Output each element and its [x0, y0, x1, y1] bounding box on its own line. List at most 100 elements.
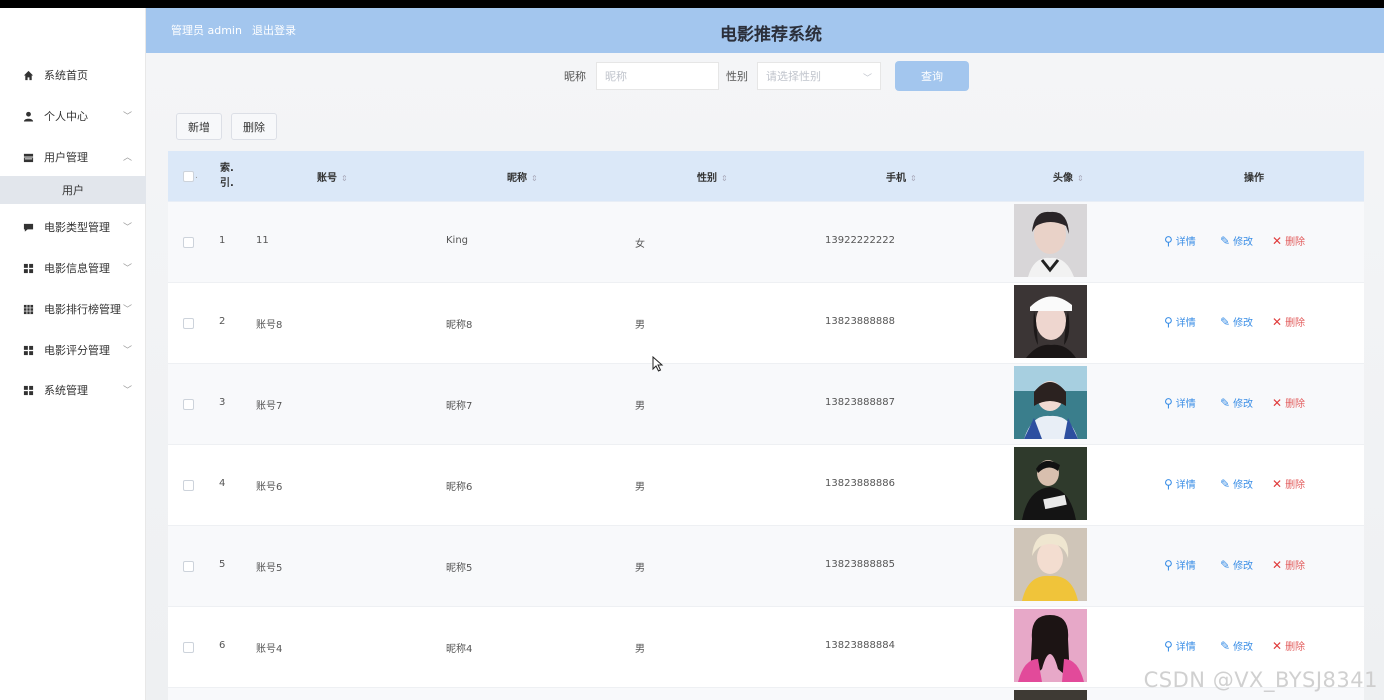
nickname-search-input[interactable]	[596, 62, 719, 90]
detail-button[interactable]: ⚲ 详情	[1164, 314, 1196, 330]
pencil-icon: ✎	[1220, 557, 1231, 572]
gender-select[interactable]: 请选择性别 ﹀	[757, 62, 881, 90]
delete-button[interactable]: ✕ 删除	[1272, 314, 1305, 330]
edit-button[interactable]: ✎ 修改	[1220, 233, 1254, 249]
cell-index: 5	[219, 559, 226, 570]
delete-button[interactable]: ✕ 删除	[1272, 638, 1306, 654]
edit-button[interactable]: ✎ 修改	[1220, 395, 1253, 411]
row-checkbox[interactable]	[183, 318, 194, 329]
cell-phone: 13823888885	[825, 559, 895, 570]
header-index: 索. 引.	[220, 161, 234, 191]
edit-button[interactable]: ✎ 修改	[1220, 557, 1254, 573]
delete-label: 删除	[1285, 237, 1306, 248]
pencil-icon: ✎	[1220, 395, 1231, 410]
chevron-down-icon: ﹀	[122, 385, 132, 396]
sidebar-item-movie-type[interactable]: 电影类型管理 ﹀	[0, 207, 146, 247]
batch-delete-button[interactable]: 删除	[231, 113, 277, 140]
cell-account: 账号7	[256, 401, 283, 412]
sidebar-item-label: 系统管理	[44, 384, 88, 397]
header-gender[interactable]: 性别 ⇕	[697, 169, 728, 184]
cell-nickname: 昵称7	[446, 401, 473, 412]
pencil-icon: ✎	[1220, 233, 1231, 248]
mouse-cursor-icon	[652, 356, 664, 372]
header-gender-label: 性别	[697, 173, 717, 184]
header-account[interactable]: 账号 ⇕	[317, 169, 348, 184]
row-checkbox[interactable]	[183, 642, 194, 653]
cell-nickname: 昵称4	[446, 644, 473, 655]
gender-label: 性别	[726, 70, 748, 83]
avatar-image	[1014, 447, 1087, 520]
gender-select-placeholder: 请选择性别	[766, 70, 821, 83]
sidebar-item-movie-rating[interactable]: 电影评分管理 ﹀	[0, 330, 146, 370]
cell-gender: 女	[635, 239, 645, 250]
header-nickname-label: 昵称	[507, 173, 527, 184]
detail-button[interactable]: ⚲ 详情	[1164, 395, 1196, 411]
delete-button[interactable]: ✕ 删除	[1272, 476, 1306, 492]
search-icon: ⚲	[1164, 476, 1173, 491]
header-avatar[interactable]: 头像 ⇕	[1053, 169, 1084, 184]
edit-button[interactable]: ✎ 修改	[1220, 314, 1254, 330]
delete-label: 删除	[1285, 642, 1306, 653]
watermark: CSDN @VX_BYSJ8341	[1143, 668, 1378, 692]
table-row: 5 账号5 昵称5 男 13823888885 ⚲ 详情 ✎ 修改 ✕ 删除	[168, 526, 1364, 607]
cell-phone: 13823888887	[825, 397, 895, 408]
cell-gender: 男	[635, 563, 645, 574]
row-checkbox[interactable]	[183, 399, 194, 410]
edit-label: 修改	[1233, 480, 1254, 491]
header-phone[interactable]: 手机 ⇕	[886, 169, 917, 184]
chevron-down-icon: ﹀	[122, 345, 132, 356]
sidebar-item-home[interactable]: 系统首页	[0, 55, 146, 95]
sidebar-item-user-management[interactable]: 用户管理 ︿	[0, 137, 146, 177]
cell-account: 账号4	[256, 644, 283, 655]
cell-index: 2	[219, 316, 226, 327]
cell-phone: 13823888884	[825, 640, 895, 651]
delete-button[interactable]: ✕ 删除	[1272, 233, 1306, 249]
query-button[interactable]: 查询	[895, 61, 969, 91]
sidebar-item-label: 用户管理	[44, 151, 88, 164]
row-checkbox[interactable]	[183, 480, 194, 491]
detail-button[interactable]: ⚲ 详情	[1164, 233, 1196, 249]
row-checkbox[interactable]	[183, 237, 194, 248]
detail-button[interactable]: ⚲ 详情	[1164, 557, 1196, 573]
delete-label: 删除	[1285, 480, 1306, 491]
add-button[interactable]: 新增	[176, 113, 222, 140]
sidebar-item-personal[interactable]: 个人中心 ﹀	[0, 96, 146, 136]
avatar-image	[1014, 285, 1087, 358]
cell-gender: 男	[635, 401, 645, 412]
chevron-down-icon: ﹀	[122, 263, 132, 274]
table-icon	[22, 303, 34, 315]
select-all-checkbox[interactable]	[183, 171, 194, 182]
cell-account: 11	[256, 235, 269, 246]
edit-label: 修改	[1233, 237, 1254, 248]
cell-nickname: 昵称5	[446, 563, 473, 574]
nickname-label: 昵称	[564, 70, 586, 83]
sidebar-subitem-users[interactable]: 用户	[0, 176, 146, 204]
edit-label: 修改	[1233, 318, 1254, 329]
search-icon: ⚲	[1164, 638, 1173, 653]
close-icon: ✕	[1272, 314, 1283, 329]
delete-button[interactable]: ✕ 删除	[1272, 395, 1305, 411]
table-row: 2 账号8 昵称8 男 13823888888 ⚲ 详情 ✎ 修改 ✕ 删除	[168, 283, 1364, 364]
sidebar-item-movie-info[interactable]: 电影信息管理 ﹀	[0, 248, 146, 288]
sidebar-item-system[interactable]: 系统管理 ﹀	[0, 370, 146, 410]
row-checkbox[interactable]	[183, 561, 194, 572]
sidebar-item-movie-ranking[interactable]: 电影排行榜管理 ﹀	[0, 289, 146, 329]
sidebar-item-label: 系统首页	[44, 69, 88, 82]
edit-label: 修改	[1233, 561, 1254, 572]
pencil-icon: ✎	[1220, 314, 1231, 329]
delete-button[interactable]: ✕ 删除	[1272, 557, 1305, 573]
sidebar: 系统首页 个人中心 ﹀ 用户管理 ︿ 用户 电影类型管理 ﹀ 电影信息管理 ﹀ …	[0, 8, 146, 700]
header-avatar-label: 头像	[1053, 173, 1073, 184]
edit-button[interactable]: ✎ 修改	[1220, 476, 1254, 492]
cell-index: 3	[219, 397, 226, 408]
header-nickname[interactable]: 昵称 ⇕	[507, 169, 538, 184]
user-icon	[22, 110, 34, 122]
detail-button[interactable]: ⚲ 详情	[1164, 638, 1196, 654]
search-bar: 昵称 性别 请选择性别 ﹀ 查询	[146, 59, 1384, 91]
edit-label: 修改	[1233, 642, 1254, 653]
pencil-icon: ✎	[1220, 476, 1231, 491]
edit-button[interactable]: ✎ 修改	[1220, 638, 1254, 654]
detail-button[interactable]: ⚲ 详情	[1164, 476, 1196, 492]
sidebar-item-label: 电影评分管理	[44, 344, 110, 357]
table-row: 4 账号6 昵称6 男 13823888886 ⚲ 详情 ✎ 修改 ✕ 删除	[168, 445, 1364, 526]
